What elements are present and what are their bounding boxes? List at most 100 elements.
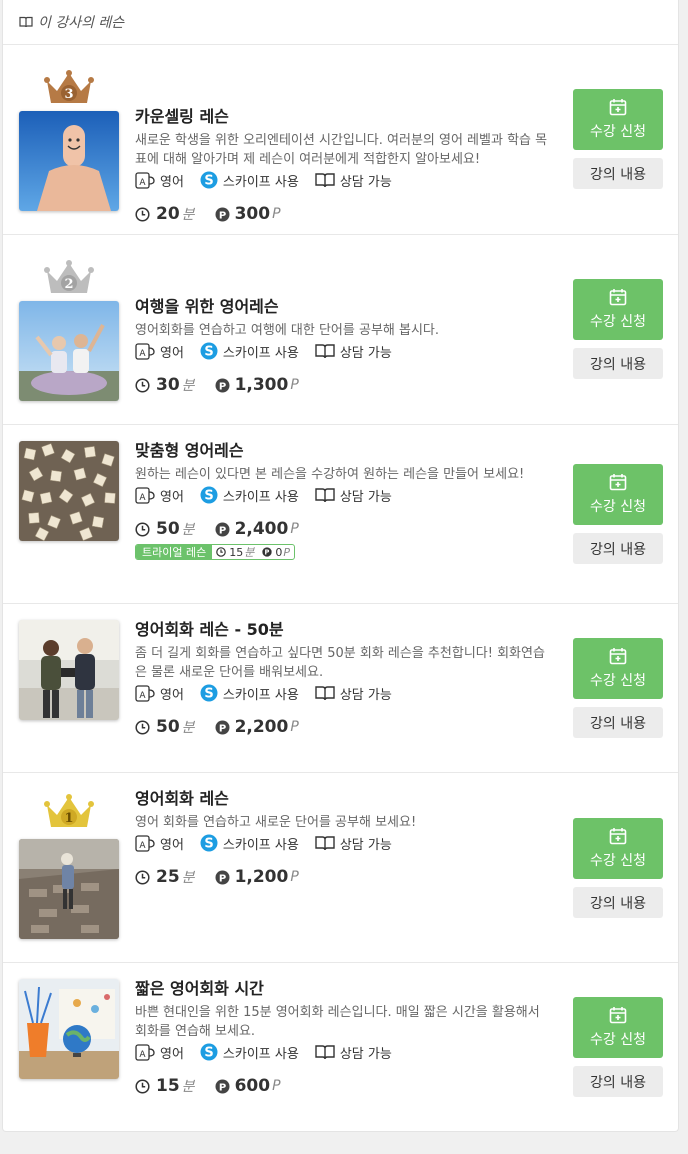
duration-value: 15 bbox=[156, 1076, 180, 1096]
lesson-title: 영어회화 레슨 bbox=[135, 789, 229, 808]
coffee-cup-icon: A bbox=[135, 343, 155, 360]
price-value: 2,200 bbox=[234, 717, 289, 737]
book-icon bbox=[315, 836, 335, 851]
price-unit: P bbox=[272, 206, 281, 222]
svg-text:S: S bbox=[204, 345, 213, 360]
clock-icon bbox=[216, 547, 227, 557]
lesson-detail-button[interactable]: 강의 내용 bbox=[573, 887, 663, 918]
point-icon: P bbox=[215, 207, 230, 221]
point-icon: P bbox=[262, 547, 273, 557]
price-unit: P bbox=[290, 719, 299, 735]
rank-number: 2 bbox=[64, 277, 73, 292]
lesson-pricing: 50 분 P 2,200 P bbox=[135, 716, 555, 738]
clock-icon bbox=[135, 1078, 150, 1094]
coffee-cup-icon: A bbox=[135, 685, 155, 702]
skype-icon: S bbox=[200, 342, 218, 360]
tool-tag: S 스카이프 사용 bbox=[200, 342, 299, 361]
coffee-cup-icon: A bbox=[135, 835, 155, 852]
lesson-tags: A 영어 S 스카이프 사용 상담 가능 bbox=[135, 169, 555, 191]
enroll-button[interactable]: 수강 신청 bbox=[573, 997, 663, 1058]
price-unit: P bbox=[290, 869, 299, 885]
lesson-title: 맞춤형 영어레슨 bbox=[135, 441, 244, 460]
price-value: 1,300 bbox=[234, 375, 289, 395]
svg-text:P: P bbox=[218, 525, 225, 536]
duration-unit: 분 bbox=[181, 720, 195, 736]
price-unit: P bbox=[272, 1078, 281, 1094]
lesson-item: 맞춤형 영어레슨 원하는 레슨이 있다면 본 레슨을 수강하여 원하는 레슨을 … bbox=[3, 425, 678, 604]
svg-text:A: A bbox=[139, 1050, 146, 1060]
lesson-detail-button[interactable]: 강의 내용 bbox=[573, 707, 663, 738]
duration-unit: 분 bbox=[181, 870, 195, 886]
coffee-cup-icon: A bbox=[135, 1044, 155, 1061]
lesson-tags: A 영어 S 스카이프 사용 상담 가능 bbox=[135, 832, 555, 854]
coffee-cup-icon: A bbox=[135, 172, 155, 189]
svg-text:S: S bbox=[204, 1046, 213, 1061]
language-tag: A 영어 bbox=[135, 486, 184, 505]
lesson-description: 새로운 학생을 위한 오리엔테이션 시간입니다. 여러분의 영어 레벨과 학습 … bbox=[135, 133, 548, 167]
lesson-thumbnail bbox=[19, 979, 119, 1079]
svg-text:P: P bbox=[265, 549, 270, 557]
rank-number: 1 bbox=[64, 811, 73, 826]
duration-unit: 분 bbox=[181, 1079, 195, 1095]
svg-text:S: S bbox=[204, 837, 213, 852]
lesson-title: 카운셀링 레슨 bbox=[135, 107, 229, 126]
lesson-pricing: 20 분 P 300 P bbox=[135, 203, 555, 225]
enroll-button[interactable]: 수강 신청 bbox=[573, 638, 663, 699]
enroll-button[interactable]: 수강 신청 bbox=[573, 89, 663, 150]
lesson-thumbnail bbox=[19, 111, 119, 211]
point-icon: P bbox=[215, 720, 230, 734]
lesson-description: 바쁜 현대인을 위한 15분 영어회화 레슨입니다. 매일 짧은 시간을 활용해… bbox=[135, 1005, 540, 1039]
consult-tag: 상담 가능 bbox=[315, 486, 392, 505]
language-tag: A 영어 bbox=[135, 171, 184, 190]
calendar-plus-icon bbox=[609, 828, 627, 845]
price-value: 600 bbox=[234, 1076, 271, 1096]
enroll-button[interactable]: 수강 신청 bbox=[573, 818, 663, 879]
section-header: 이 강사의 레슨 bbox=[3, 0, 678, 45]
svg-text:P: P bbox=[218, 381, 225, 392]
duration-value: 30 bbox=[156, 375, 180, 395]
svg-text:A: A bbox=[139, 349, 146, 359]
lesson-title: 영어회화 레슨 - 50분 bbox=[135, 620, 284, 639]
tool-tag: S 스카이프 사용 bbox=[200, 486, 299, 505]
lesson-title: 짧은 영어회화 시간 bbox=[135, 979, 264, 998]
calendar-plus-icon bbox=[609, 648, 627, 665]
svg-text:P: P bbox=[218, 210, 225, 221]
book-icon bbox=[315, 1045, 335, 1060]
consult-tag: 상담 가능 bbox=[315, 342, 392, 361]
duration-value: 25 bbox=[156, 867, 180, 887]
skype-icon: S bbox=[200, 486, 218, 504]
svg-text:S: S bbox=[204, 687, 213, 702]
clock-icon bbox=[135, 521, 150, 537]
language-tag: A 영어 bbox=[135, 1043, 184, 1062]
tool-tag: S 스카이프 사용 bbox=[200, 171, 299, 190]
skype-icon: S bbox=[200, 171, 218, 189]
lesson-thumbnail bbox=[19, 301, 119, 401]
trial-price: 0 bbox=[275, 545, 283, 559]
clock-icon bbox=[135, 377, 150, 393]
lesson-thumbnail bbox=[19, 620, 119, 720]
svg-text:P: P bbox=[218, 1082, 225, 1093]
section-title: 이 강사의 레슨 bbox=[38, 15, 125, 31]
consult-tag: 상담 가능 bbox=[315, 684, 392, 703]
clock-icon bbox=[135, 206, 150, 222]
enroll-button[interactable]: 수강 신청 bbox=[573, 464, 663, 525]
lesson-tags: A 영어 S 스카이프 사용 상담 가능 bbox=[135, 340, 555, 362]
lesson-item: 영어회화 레슨 - 50분 좀 더 길게 회화를 연습하고 싶다면 50분 회화… bbox=[3, 604, 678, 773]
clock-icon bbox=[135, 869, 150, 885]
lesson-detail-button[interactable]: 강의 내용 bbox=[573, 1066, 663, 1097]
lesson-item: 2 여행을 위한 영어레슨 영어회화를 연습하고 여행에 대한 단어를 공부해 … bbox=[3, 235, 678, 425]
rank-number: 3 bbox=[64, 87, 73, 102]
duration-value: 50 bbox=[156, 717, 180, 737]
book-icon bbox=[315, 173, 335, 188]
lesson-detail-button[interactable]: 강의 내용 bbox=[573, 533, 663, 564]
duration-value: 50 bbox=[156, 519, 180, 539]
lesson-detail-button[interactable]: 강의 내용 bbox=[573, 158, 663, 189]
trial-lesson-badge: 트라이얼 레슨 15 분 P 0P bbox=[135, 544, 295, 560]
enroll-button[interactable]: 수강 신청 bbox=[573, 279, 663, 340]
skype-icon: S bbox=[200, 1043, 218, 1061]
svg-text:A: A bbox=[139, 178, 146, 188]
price-unit: P bbox=[290, 521, 299, 537]
calendar-plus-icon bbox=[609, 99, 627, 116]
lesson-detail-button[interactable]: 강의 내용 bbox=[573, 348, 663, 379]
calendar-plus-icon bbox=[609, 1007, 627, 1024]
